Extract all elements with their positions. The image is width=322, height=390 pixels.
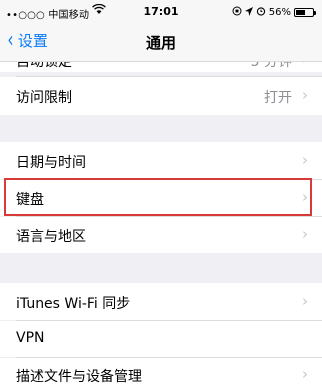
navigation-bar: ‹ 设置 通用 [0, 24, 322, 62]
keyboard-highlight-box [4, 178, 312, 216]
lock-rotation-icon [232, 6, 242, 19]
battery-icon [294, 8, 316, 17]
alarm-icon [256, 6, 266, 19]
chevron-right-icon: › [302, 365, 308, 383]
vpn-label: VPN [16, 330, 45, 346]
profiles-row[interactable]: 描述文件与设备管理 › [0, 358, 322, 390]
language-region-label: 语言与地区 [16, 229, 86, 245]
date-time-label: 日期与时间 [16, 155, 86, 171]
chevron-right-icon: › [302, 86, 308, 104]
profiles-label: 描述文件与设备管理 [16, 369, 142, 385]
chevron-right-icon: › [302, 225, 308, 243]
battery-percent: 56% [268, 7, 291, 18]
date-time-row[interactable]: 日期与时间 › [0, 142, 322, 179]
language-region-row[interactable]: 语言与地区 › [0, 217, 322, 253]
status-bar: ••○○○ 中国移动 17:01 56% [0, 0, 322, 24]
page-title: 通用 [145, 34, 176, 52]
restrictions-row[interactable]: 访问限制 打开 › [0, 77, 322, 115]
chevron-right-icon: › [302, 292, 308, 310]
restrictions-label: 访问限制 [16, 90, 72, 106]
itunes-wifi-sync-label: iTunes Wi-Fi 同步 [16, 296, 131, 312]
chevron-right-icon: › [302, 151, 308, 169]
restrictions-value: 打开 [264, 90, 292, 106]
vpn-row[interactable]: VPN [0, 321, 322, 357]
itunes-wifi-sync-row[interactable]: iTunes Wi-Fi 同步 › [0, 283, 322, 320]
location-icon [244, 6, 253, 19]
